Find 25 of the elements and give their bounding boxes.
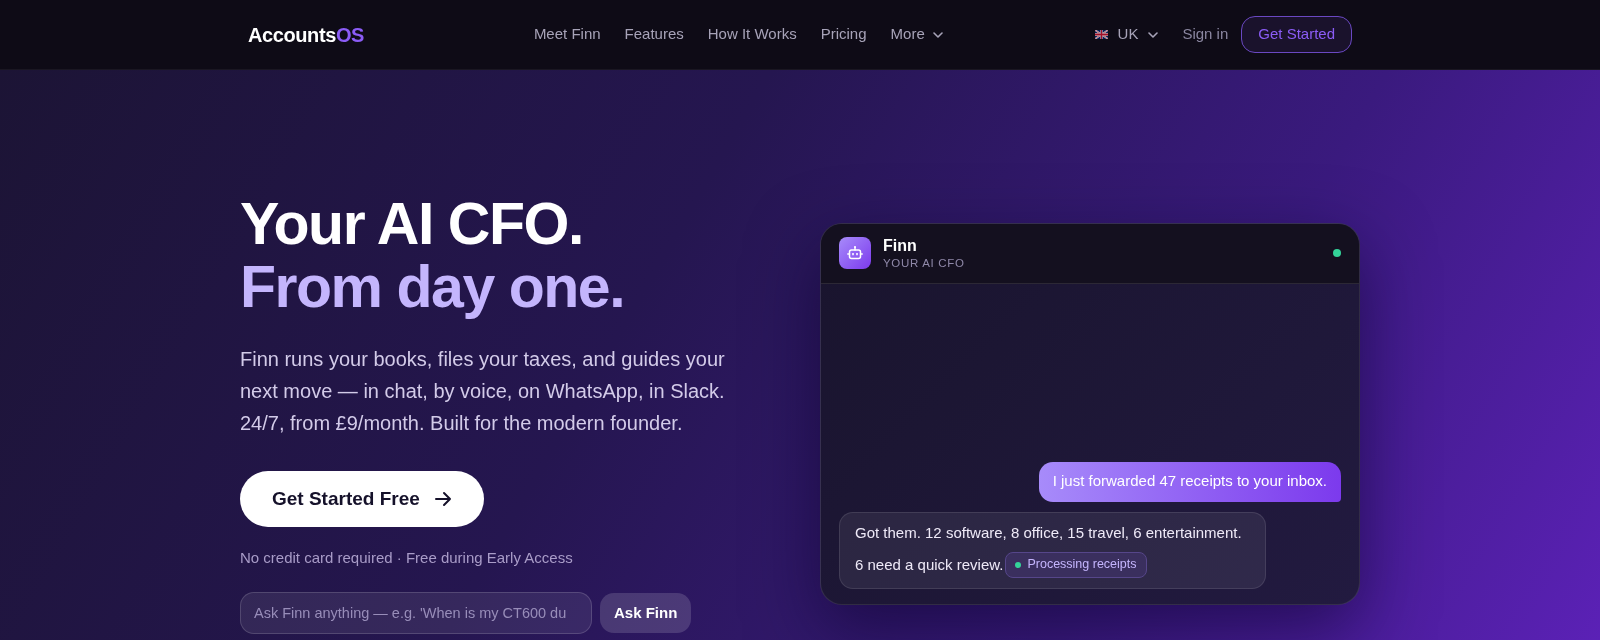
- ask-finn-button[interactable]: Ask Finn: [600, 593, 692, 633]
- message-text: 6 need a quick review.: [855, 554, 1004, 575]
- message-bubble: I just forwarded 47 receipts to your inbox.: [1038, 461, 1341, 502]
- logo[interactable]: AccountsOS: [248, 19, 365, 50]
- message-text: Got them. 12 software, 8 office, 15 travel, 6 entertainment.: [855, 522, 1243, 543]
- chevron-down-icon: [932, 31, 943, 38]
- hero-description: Finn runs your books, files your taxes, and guides your next move — in chat, by voice, on WhatsApp, in Slack. 24/7, from £9/month. Built for the modern founder.: [240, 347, 726, 436]
- chat-name: Finn: [883, 235, 918, 256]
- flag-icon: [1094, 30, 1108, 39]
- sign-in-link[interactable]: Sign in: [1182, 23, 1229, 46]
- arrow-right-icon: [433, 490, 452, 508]
- nav-link[interactable]: Features: [624, 23, 684, 46]
- chevron-down-icon: [1148, 31, 1159, 38]
- nav-link[interactable]: How It Works: [707, 23, 797, 46]
- chat-subtitle: YOUR AI CFO: [883, 255, 965, 271]
- get-started-button[interactable]: Get Started: [1241, 16, 1352, 53]
- headline: Your AI CFO. From day one.: [240, 193, 626, 319]
- robot-icon: [839, 237, 871, 269]
- signup-note: No credit card required · Free during Early Access: [240, 548, 574, 568]
- nav-link[interactable]: Pricing: [820, 23, 867, 46]
- region-selector[interactable]: UK: [1094, 23, 1159, 46]
- get-started-free-button[interactable]: Get Started Free: [240, 471, 484, 527]
- nav-dropdown[interactable]: More: [890, 23, 943, 46]
- nav-link[interactable]: Meet Finn: [533, 23, 601, 46]
- badge-text: Processing receipts: [1027, 556, 1137, 574]
